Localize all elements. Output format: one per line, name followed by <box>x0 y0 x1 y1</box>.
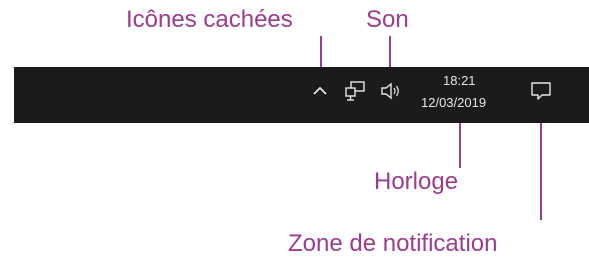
label-clock: Horloge <box>374 168 459 195</box>
speaker-icon[interactable] <box>380 81 402 101</box>
action-center-icon[interactable] <box>530 80 552 102</box>
taskbar: 18:21 12/03/2019 <box>14 67 589 123</box>
chevron-up-icon[interactable] <box>312 84 328 98</box>
label-sound: Son <box>366 6 409 33</box>
leader-notification-area <box>540 110 542 220</box>
label-hidden-icons: Icônes cachées <box>126 6 293 33</box>
network-icon[interactable] <box>344 80 366 102</box>
clock-time: 18:21 <box>443 73 476 88</box>
label-notification-area: Zone de notification <box>288 230 498 257</box>
screenshot-stage: Icônes cachées Son Horloge Zone de notif… <box>0 0 589 267</box>
clock-date: 12/03/2019 <box>421 95 487 110</box>
